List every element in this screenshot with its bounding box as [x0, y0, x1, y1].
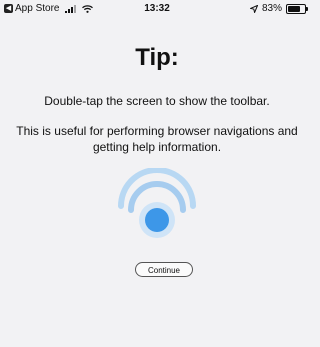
battery-fill — [288, 5, 300, 12]
right-status-group: 83% — [249, 3, 308, 14]
tip-description: This is useful for performing browser na… — [16, 124, 298, 154]
location-arrow-icon — [249, 4, 258, 13]
battery-icon — [286, 3, 308, 14]
tip-title: Tip: — [135, 44, 179, 71]
double-tap-icon — [118, 168, 196, 238]
continue-button[interactable]: Continue — [135, 262, 193, 277]
status-bar: ◀ App Store 13:32 83% — [0, 0, 314, 18]
tip-instruction: Double-tap the screen to show the toolba… — [44, 94, 270, 108]
battery-percent: 83% — [261, 3, 282, 14]
